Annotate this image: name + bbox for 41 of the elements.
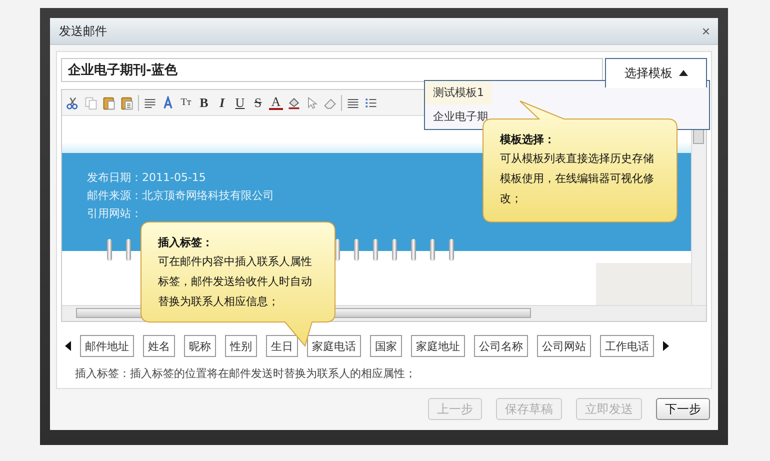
paste-icon[interactable]	[102, 96, 116, 110]
template-select-button[interactable]: 选择模板	[605, 58, 707, 88]
scissors-icon[interactable]	[66, 96, 80, 110]
tooltip-text: 可在邮件内容中插入联系人属性标签，邮件发送给收件人时自动替换为联系人相应信息；	[158, 254, 312, 310]
strikethrough-button[interactable]: S	[251, 94, 265, 110]
paste-text-icon[interactable]	[120, 96, 134, 110]
insert-tag-button[interactable]: 公司网站	[537, 335, 591, 357]
subject-field[interactable]: 企业电子期刊-蓝色	[61, 58, 603, 82]
template-option[interactable]: 测试模板1	[425, 81, 492, 105]
insert-tag-button[interactable]: 工作电话	[600, 335, 654, 357]
scroll-left-icon[interactable]	[65, 341, 71, 351]
close-button[interactable]: ×	[702, 24, 710, 38]
font-size-button[interactable]: Tт	[179, 97, 193, 108]
tooltip-text: 可从模板列表直接选择历史存储模板使用，在线编辑器可视化修改；	[500, 151, 654, 207]
newsletter-text: 引用网站：	[87, 206, 142, 222]
newsletter-text: 发布日期：2011-05-15	[87, 170, 206, 186]
insert-tag-button[interactable]: 昵称	[184, 335, 216, 357]
insert-tag-button[interactable]: 姓名	[143, 335, 175, 357]
scroll-right-icon[interactable]	[663, 341, 669, 351]
italic-button[interactable]: I	[215, 94, 229, 110]
underline-button[interactable]: U	[233, 94, 247, 110]
list-icon[interactable]	[364, 96, 378, 110]
tooltip-title: 插入标签：	[158, 235, 214, 251]
insert-tag-button[interactable]: 生日	[266, 335, 298, 357]
newsletter-text: 邮件来源：北京顶奇网络科技有限公司	[87, 188, 274, 204]
insert-tag-button[interactable]: 公司名称	[474, 335, 528, 357]
window-title: 发送邮件	[59, 22, 107, 40]
insert-tag-button[interactable]: 家庭地址	[411, 335, 465, 357]
font-color-button[interactable]: A	[269, 96, 283, 110]
fill-bucket-icon[interactable]	[287, 96, 301, 110]
insert-tag-button[interactable]: 邮件地址	[80, 335, 134, 357]
insert-tag-button[interactable]: 国家	[370, 335, 402, 357]
insert-tag-button[interactable]: 家庭电话	[307, 335, 361, 357]
hint-text: 插入标签：插入标签的位置将在邮件发送时替换为联系人的相应属性；	[74, 366, 417, 381]
tooltip-title: 模板选择：	[500, 132, 556, 148]
caret-icon	[678, 70, 688, 76]
font-style-icon[interactable]	[161, 96, 175, 110]
step-button[interactable]: 下一步	[656, 398, 710, 420]
insert-tag-button[interactable]: 性别	[225, 335, 257, 357]
template-option[interactable]: 企业电子期	[425, 105, 496, 129]
bold-button[interactable]: B	[197, 94, 211, 110]
